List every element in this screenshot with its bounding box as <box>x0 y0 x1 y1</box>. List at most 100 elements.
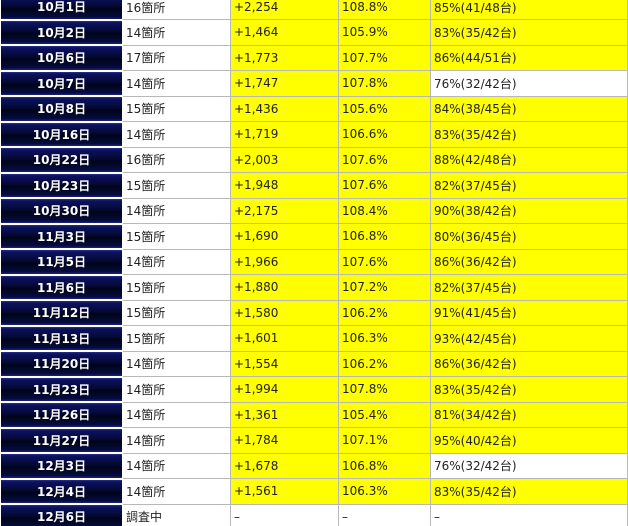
win-ratio-cell: 88%(42/48台) <box>430 146 628 173</box>
win-ratio-cell: 83%(35/42台) <box>430 376 628 403</box>
win-ratio-cell: 83%(35/42台) <box>430 121 628 148</box>
win-ratio-cell: 90%(38/42台) <box>430 197 628 224</box>
date-cell: 11月23日 <box>0 376 123 403</box>
results-table-body: 10月1日 16箇所 +2,254 108.8% 85%(41/48台) 10月2日 14箇… <box>0 0 628 526</box>
location-count-cell: 15箇所 <box>122 223 231 250</box>
location-count-cell: 14箇所 <box>122 121 231 148</box>
rate-cell: 108.8% <box>338 0 431 20</box>
rate-cell: 106.2% <box>338 350 431 377</box>
diff-cell: +1,880 <box>230 274 339 301</box>
rate-cell: 107.7% <box>338 44 431 71</box>
rate-cell: 106.3% <box>338 478 431 505</box>
diff-cell: +1,464 <box>230 19 339 46</box>
date-cell: 10月8日 <box>0 95 123 123</box>
diff-cell: – <box>230 503 339 526</box>
rate-cell: 105.9% <box>338 19 431 46</box>
win-ratio-cell: 85%(41/48台) <box>430 0 628 20</box>
diff-cell: +1,994 <box>230 376 339 403</box>
table-row: 12月3日 14箇所 +1,678 106.8% 76%(32/42台) <box>0 452 628 480</box>
diff-cell: +1,784 <box>230 427 339 454</box>
rate-cell: 106.8% <box>338 452 431 479</box>
diff-cell: +1,719 <box>230 121 339 148</box>
win-ratio-cell: 86%(36/42台) <box>430 350 628 377</box>
date-cell: 10月23日 <box>0 172 123 199</box>
location-count-cell: 14箇所 <box>122 70 231 97</box>
date-cell: 12月3日 <box>0 452 123 480</box>
rate-cell: 107.1% <box>338 427 431 454</box>
table-row: 10月7日 14箇所 +1,747 107.8% 76%(32/42台) <box>0 70 628 97</box>
date-cell: 10月6日 <box>0 44 123 72</box>
table-row: 11月26日 14箇所 +1,361 105.4% 81%(34/42台) <box>0 401 628 429</box>
location-count-cell: 16箇所 <box>122 0 231 20</box>
date-cell: 10月2日 <box>0 19 123 46</box>
rate-cell: 107.2% <box>338 274 431 301</box>
rate-cell: – <box>338 503 431 526</box>
win-ratio-cell: 86%(44/51台) <box>430 44 628 71</box>
diff-cell: +2,003 <box>230 146 339 173</box>
date-cell: 10月16日 <box>0 121 123 148</box>
table-row: 10月1日 16箇所 +2,254 108.8% 85%(41/48台) <box>0 0 628 21</box>
location-count-cell: 14箇所 <box>122 19 231 46</box>
table-row: 11月6日 15箇所 +1,880 107.2% 82%(37/45台) <box>0 274 628 301</box>
table-row: 11月13日 15箇所 +1,601 106.3% 93%(42/45台) <box>0 325 628 352</box>
location-count-cell: 14箇所 <box>122 452 231 479</box>
diff-cell: +1,773 <box>230 44 339 71</box>
table-row: 12月4日 14箇所 +1,561 106.3% 83%(35/42台) <box>0 478 628 505</box>
rate-cell: 107.6% <box>338 146 431 173</box>
date-cell: 11月6日 <box>0 274 123 301</box>
rate-cell: 106.6% <box>338 121 431 148</box>
location-count-cell: 14箇所 <box>122 478 231 505</box>
diff-cell: +1,601 <box>230 325 339 352</box>
diff-cell: +2,254 <box>230 0 339 20</box>
table-row: 11月20日 14箇所 +1,554 106.2% 86%(36/42台) <box>0 350 628 378</box>
rate-cell: 105.6% <box>338 95 431 122</box>
location-count-cell: 14箇所 <box>122 376 231 403</box>
table-row: 11月12日 15箇所 +1,580 106.2% 91%(41/45台) <box>0 299 628 327</box>
diff-cell: +1,966 <box>230 248 339 275</box>
rate-cell: 106.2% <box>338 299 431 326</box>
date-cell: 10月7日 <box>0 70 123 97</box>
table-row: 10月16日 14箇所 +1,719 106.6% 83%(35/42台) <box>0 121 628 148</box>
date-cell: 11月3日 <box>0 223 123 250</box>
location-count-cell: 調査中 <box>122 503 231 526</box>
win-ratio-cell: 76%(32/42台) <box>430 70 628 97</box>
rate-cell: 106.3% <box>338 325 431 352</box>
table-row: 10月23日 15箇所 +1,948 107.6% 82%(37/45台) <box>0 172 628 199</box>
rate-cell: 105.4% <box>338 401 431 428</box>
rate-cell: 107.8% <box>338 70 431 97</box>
date-cell: 11月13日 <box>0 325 123 352</box>
table-row: 11月27日 14箇所 +1,784 107.1% 95%(40/42台) <box>0 427 628 454</box>
win-ratio-cell: 76%(32/42台) <box>430 452 628 479</box>
location-count-cell: 15箇所 <box>122 325 231 352</box>
location-count-cell: 14箇所 <box>122 350 231 377</box>
diff-cell: +1,561 <box>230 478 339 505</box>
results-table: 10月1日 16箇所 +2,254 108.8% 85%(41/48台) 10月2日 14箇… <box>0 0 628 526</box>
rate-cell: 106.8% <box>338 223 431 250</box>
win-ratio-cell: 95%(40/42台) <box>430 427 628 454</box>
table-row: 11月3日 15箇所 +1,690 106.8% 80%(36/45台) <box>0 223 628 250</box>
rate-cell: 107.8% <box>338 376 431 403</box>
rate-cell: 107.6% <box>338 248 431 275</box>
date-cell: 10月22日 <box>0 146 123 174</box>
location-count-cell: 17箇所 <box>122 44 231 71</box>
date-cell: 12月6日 <box>0 503 123 526</box>
diff-cell: +1,747 <box>230 70 339 97</box>
date-cell: 11月27日 <box>0 427 123 454</box>
win-ratio-cell: 82%(37/45台) <box>430 274 628 301</box>
diff-cell: +1,580 <box>230 299 339 326</box>
win-ratio-cell: 82%(37/45台) <box>430 172 628 199</box>
win-ratio-cell: 84%(38/45台) <box>430 95 628 122</box>
table-row: 12月6日 調査中 – – – <box>0 503 628 526</box>
diff-cell: +1,554 <box>230 350 339 377</box>
location-count-cell: 15箇所 <box>122 172 231 199</box>
location-count-cell: 14箇所 <box>122 427 231 454</box>
location-count-cell: 14箇所 <box>122 197 231 224</box>
table-row: 11月23日 14箇所 +1,994 107.8% 83%(35/42台) <box>0 376 628 403</box>
diff-cell: +1,361 <box>230 401 339 428</box>
date-cell: 10月30日 <box>0 197 123 225</box>
date-cell: 11月20日 <box>0 350 123 378</box>
location-count-cell: 15箇所 <box>122 95 231 122</box>
rate-cell: 107.6% <box>338 172 431 199</box>
date-cell: 11月26日 <box>0 401 123 429</box>
win-ratio-cell: 83%(35/42台) <box>430 19 628 46</box>
